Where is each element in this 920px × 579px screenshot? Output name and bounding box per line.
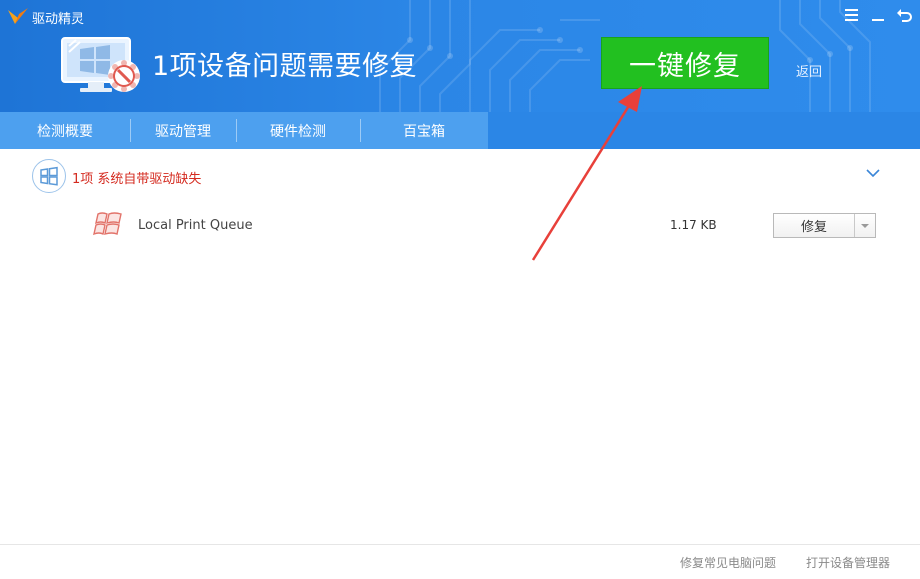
app-title: 驱动精灵 <box>32 12 85 27</box>
fix-common-problems-link[interactable]: 修复常见电脑问题 <box>680 554 776 571</box>
open-device-manager-link[interactable]: 打开设备管理器 <box>806 554 890 571</box>
issue-group-header: 1项 系统自带驱动缺失 <box>32 159 892 193</box>
tab-driver-management[interactable]: 驱动管理 <box>130 112 236 149</box>
fix-split-button: 修复 <box>773 213 876 238</box>
tab-hardware-detection[interactable]: 硬件检测 <box>236 112 360 149</box>
footer-divider <box>0 544 920 545</box>
driver-row: Local Print Queue 1.17 KB 修复 <box>92 208 882 242</box>
fix-button[interactable]: 修复 <box>774 214 854 237</box>
menu-icon[interactable] <box>842 4 862 26</box>
tab-bar: 检测概要 驱动管理 硬件检测 百宝箱 <box>0 112 920 149</box>
back-arrow-icon[interactable] <box>894 4 914 26</box>
dropdown-arrow-icon[interactable] <box>854 214 875 237</box>
windows-flag-icon <box>93 212 122 236</box>
driver-size: 1.17 KB <box>670 218 717 232</box>
window-controls <box>842 4 914 26</box>
tab-toolbox[interactable]: 百宝箱 <box>360 112 488 149</box>
chevron-down-icon[interactable] <box>864 164 882 182</box>
minimize-icon[interactable] <box>868 4 888 26</box>
back-link[interactable]: 返回 <box>796 61 822 80</box>
monitor-blocked-icon <box>61 37 140 92</box>
tab-detection-overview[interactable]: 检测概要 <box>0 112 130 149</box>
driver-name: Local Print Queue <box>138 218 253 233</box>
issue-group-title: 1项 系统自带驱动缺失 <box>72 172 202 187</box>
header-banner: 驱动精灵 1项设备问题需要修复 一键修复 返回 <box>0 0 920 112</box>
windows-logo-icon <box>32 159 66 193</box>
app-logo-icon <box>8 8 28 24</box>
fix-all-button[interactable]: 一键修复 <box>601 37 769 89</box>
tab-strip: 检测概要 驱动管理 硬件检测 百宝箱 <box>0 112 488 149</box>
page-title: 1项设备问题需要修复 <box>152 51 418 82</box>
